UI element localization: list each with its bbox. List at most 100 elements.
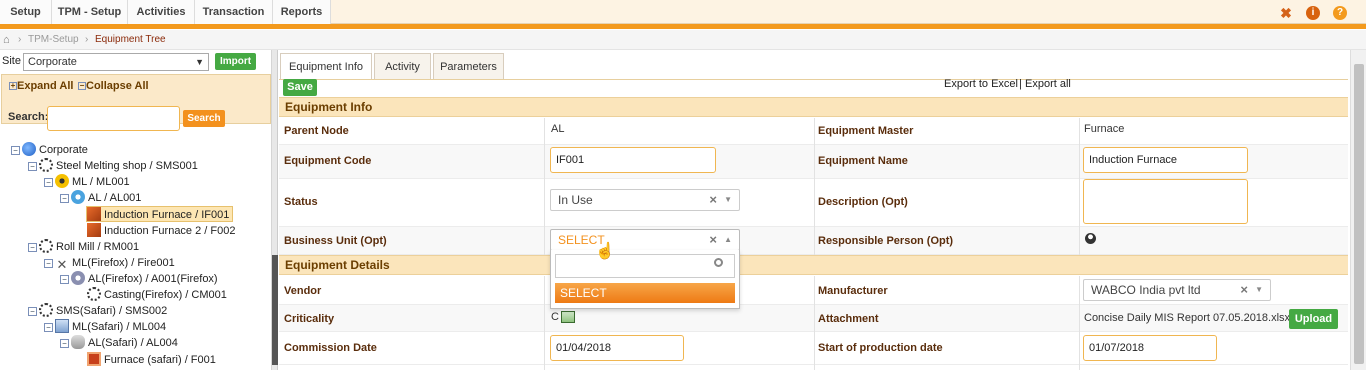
tree-node[interactable]: Corporate xyxy=(22,142,88,158)
clear-icon[interactable]: × xyxy=(709,190,717,210)
tree-toggle-icon[interactable]: − xyxy=(60,339,69,348)
description-textarea[interactable] xyxy=(1083,179,1248,224)
tree-node[interactable]: AL(Firefox) / A001(Firefox) xyxy=(71,271,218,287)
menu-activities[interactable]: Activities xyxy=(128,0,195,24)
tree-node[interactable]: AL / AL001 xyxy=(71,190,141,206)
column-divider xyxy=(814,276,815,370)
splitter-grip[interactable] xyxy=(272,255,278,365)
scrollbar-thumb[interactable] xyxy=(1354,64,1364,364)
vertical-scrollbar[interactable] xyxy=(1350,50,1366,370)
tree-node[interactable]: ✕ ML(Firefox) / Fire001 xyxy=(55,255,175,272)
tree-toggle-icon[interactable]: − xyxy=(28,307,37,316)
tree-toggle-icon[interactable]: − xyxy=(44,178,53,187)
import-button[interactable]: Import xyxy=(215,53,256,70)
breadcrumb-separator-icon: › xyxy=(85,34,89,45)
tree-node-selected[interactable]: Induction Furnace / IF001 xyxy=(86,206,234,222)
attachment-label: Attachment xyxy=(818,313,879,325)
tree-node[interactable]: Steel Melting shop / SMS001 xyxy=(39,158,198,174)
tab-equipment-info[interactable]: Equipment Info xyxy=(280,53,372,80)
menu-setup[interactable]: Setup xyxy=(0,0,52,24)
tree-toggle-icon[interactable]: − xyxy=(44,259,53,268)
attachment-filename[interactable]: Concise Daily MIS Report 07.05.2018.xlsx xyxy=(1084,312,1290,324)
equipment-master-value: Furnace xyxy=(1084,123,1125,135)
gear-icon xyxy=(39,158,53,172)
tree-node[interactable]: AL(Safari) / AL004 xyxy=(71,335,178,351)
tree-node[interactable]: Roll Mill / RM001 xyxy=(39,239,139,255)
tree-node-label: AL / AL001 xyxy=(88,192,142,204)
tree-toggle-icon[interactable]: − xyxy=(44,323,53,332)
furnace-icon xyxy=(87,352,101,366)
pin-icon[interactable]: ✖ xyxy=(1279,6,1293,20)
business-unit-label: Business Unit (Opt) xyxy=(284,235,387,247)
tree-node[interactable]: SMS(Safari) / SMS002 xyxy=(39,303,167,319)
start-production-input[interactable]: 01/07/2018 xyxy=(1083,335,1217,361)
breadcrumb-current: Equipment Tree xyxy=(95,34,166,45)
breadcrumb: ⌂ › TPM-Setup › Equipment Tree xyxy=(0,30,1366,50)
tree-toggle-icon[interactable]: − xyxy=(60,194,69,203)
furnace-icon xyxy=(87,223,101,237)
tools-icon: ✕ xyxy=(56,257,68,272)
clear-icon[interactable]: × xyxy=(709,230,717,250)
equipment-code-input[interactable]: IF001 xyxy=(550,147,716,173)
panel-splitter[interactable] xyxy=(272,50,278,370)
tab-divider xyxy=(279,79,1348,80)
dropdown-option[interactable]: SELECT xyxy=(555,283,735,303)
column-divider xyxy=(814,118,815,255)
dropdown-search-input[interactable] xyxy=(555,254,735,278)
tree-node[interactable]: Induction Furnace 2 / F002 xyxy=(87,223,235,239)
tree-node-label: ML / ML001 xyxy=(72,176,130,188)
collapse-all-button[interactable]: − Collapse All xyxy=(78,80,149,92)
tree-toggle-icon[interactable]: − xyxy=(28,162,37,171)
tree-search-input[interactable] xyxy=(47,106,180,131)
spreadsheet-icon[interactable] xyxy=(561,311,575,323)
tree-search-button[interactable]: Search xyxy=(183,110,225,127)
manufacturer-label: Manufacturer xyxy=(818,285,888,297)
export-separator: | xyxy=(1019,78,1022,90)
business-unit-select[interactable]: SELECT × ▲ xyxy=(550,229,740,251)
help-icon[interactable]: ? xyxy=(1333,6,1347,20)
export-excel-link[interactable]: Export to Excel xyxy=(944,78,1018,90)
status-value: In Use xyxy=(558,193,593,207)
tree-node[interactable]: ML(Safari) / ML004 xyxy=(55,319,166,335)
cursor-hand-icon: ☝ xyxy=(595,243,615,260)
manufacturer-select[interactable]: WABCO India pvt ltd × ▼ xyxy=(1083,279,1271,301)
panel-icon xyxy=(55,319,69,333)
hazard-icon xyxy=(55,174,69,188)
equipment-name-input[interactable]: Induction Furnace xyxy=(1083,147,1248,173)
export-all-link[interactable]: Export all xyxy=(1025,78,1071,90)
menu-tpm-setup[interactable]: TPM - Setup xyxy=(52,0,128,24)
info-icon[interactable]: i xyxy=(1306,6,1320,20)
tab-parameters[interactable]: Parameters xyxy=(433,53,504,79)
tree-node-label: AL(Firefox) / A001(Firefox) xyxy=(88,273,218,285)
breadcrumb-tpm-setup[interactable]: TPM-Setup xyxy=(28,30,79,50)
home-icon[interactable]: ⌂ xyxy=(3,30,10,50)
tree-node[interactable]: Furnace (safari) / F001 xyxy=(87,352,216,368)
person-icon[interactable] xyxy=(1085,233,1096,244)
upload-button[interactable]: Upload xyxy=(1289,309,1338,329)
database-icon xyxy=(71,335,85,349)
tree-node-label: Casting(Firefox) / CM001 xyxy=(104,289,227,301)
equipment-master-label: Equipment Master xyxy=(818,125,914,137)
parent-node-value: AL xyxy=(551,123,565,135)
equipment-code-label: Equipment Code xyxy=(284,155,372,167)
tree-toggle-icon[interactable]: − xyxy=(60,275,69,284)
commission-date-input[interactable]: 01/04/2018 xyxy=(550,335,684,361)
cog-icon xyxy=(71,271,85,285)
tree-node[interactable]: Casting(Firefox) / CM001 xyxy=(87,287,227,303)
site-select[interactable]: Corporate ▼ xyxy=(23,53,209,71)
status-select[interactable]: In Use × ▼ xyxy=(550,189,740,211)
clear-icon[interactable]: × xyxy=(1240,280,1248,300)
menu-transaction[interactable]: Transaction xyxy=(195,0,273,24)
tree-toggle-icon[interactable]: − xyxy=(28,243,37,252)
menu-reports[interactable]: Reports xyxy=(273,0,331,24)
tab-activity[interactable]: Activity xyxy=(374,53,431,79)
tree-node[interactable]: ML / ML001 xyxy=(55,174,130,190)
tree-toggle-icon[interactable]: − xyxy=(11,146,20,155)
tree-node-label: Corporate xyxy=(39,144,88,156)
tree-node-label: ML(Firefox) / Fire001 xyxy=(72,257,175,269)
gear-icon xyxy=(39,303,53,317)
save-button[interactable]: Save xyxy=(283,79,317,96)
expand-all-label: Expand All xyxy=(17,80,74,92)
responsible-person-label: Responsible Person (Opt) xyxy=(818,235,954,247)
expand-all-button[interactable]: + Expand All xyxy=(9,80,73,92)
